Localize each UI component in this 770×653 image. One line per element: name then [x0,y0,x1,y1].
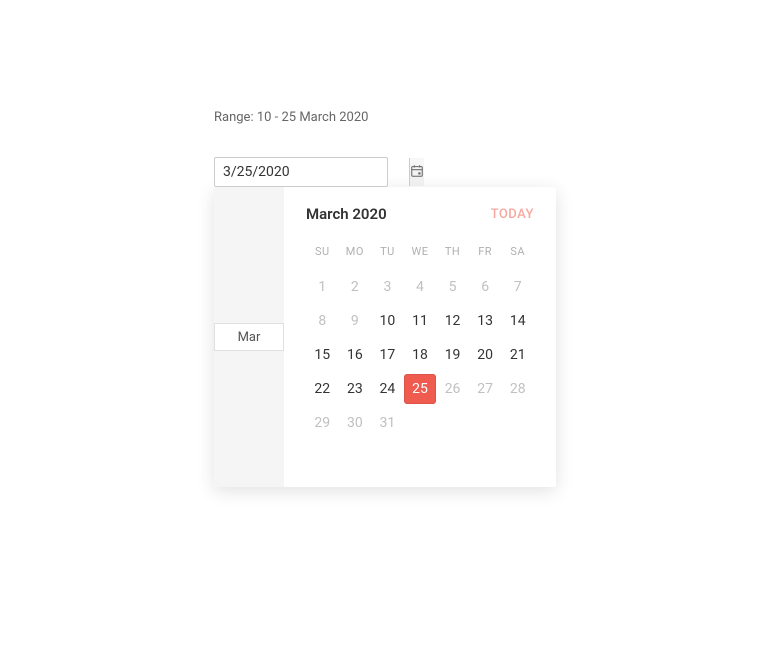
day-cell[interactable]: 10 [371,306,403,336]
date-input-wrapper [214,157,388,187]
day-cell[interactable]: 16 [339,340,371,370]
day-cell: 26 [437,374,469,404]
day-cell: 3 [371,272,403,302]
day-cell[interactable]: 25 [404,374,436,404]
day-cell[interactable]: 17 [371,340,403,370]
month-sidebar[interactable]: Mar [214,187,284,487]
day-cell: 9 [339,306,371,336]
day-cell: 27 [469,374,501,404]
dow-header: SU [306,241,339,268]
day-cell[interactable]: 19 [437,340,469,370]
day-cell: 4 [404,272,436,302]
dow-header: FR [469,241,502,268]
dow-header: WE [404,241,437,268]
day-cell[interactable]: 18 [404,340,436,370]
day-cell[interactable]: 11 [404,306,436,336]
dow-header: SA [501,241,534,268]
day-cell: 1 [306,272,338,302]
dow-header: TH [436,241,469,268]
day-cell[interactable]: 22 [306,374,338,404]
open-calendar-button[interactable] [409,158,424,186]
day-cell: 30 [339,408,371,438]
calendar-header: March 2020 TODAY [306,205,534,223]
day-cell: 8 [306,306,338,336]
day-cell[interactable]: 21 [502,340,534,370]
day-cell: 6 [469,272,501,302]
day-cell: 31 [371,408,403,438]
day-cell: 28 [502,374,534,404]
datepicker: Mar March 2020 TODAY SUMOTUWETHFRSA12345… [214,157,388,187]
day-cell[interactable]: 24 [371,374,403,404]
calendar-panel: March 2020 TODAY SUMOTUWETHFRSA123456789… [284,187,556,487]
dow-header: TU [371,241,404,268]
calendar-popup: Mar March 2020 TODAY SUMOTUWETHFRSA12345… [214,187,556,487]
day-cell: 29 [306,408,338,438]
date-input[interactable] [215,158,409,186]
day-cell[interactable]: 20 [469,340,501,370]
day-grid: SUMOTUWETHFRSA12345678910111213141516171… [306,241,534,438]
today-button[interactable]: TODAY [491,207,534,222]
day-cell: 7 [502,272,534,302]
day-cell[interactable]: 15 [306,340,338,370]
month-pill[interactable]: Mar [214,323,284,351]
month-title[interactable]: March 2020 [306,205,387,223]
day-cell[interactable]: 13 [469,306,501,336]
day-cell[interactable]: 23 [339,374,371,404]
day-cell[interactable]: 14 [502,306,534,336]
calendar-icon [410,163,424,182]
day-cell: 5 [437,272,469,302]
range-label: Range: 10 - 25 March 2020 [214,110,388,125]
dow-header: MO [339,241,372,268]
day-cell: 2 [339,272,371,302]
day-cell[interactable]: 12 [437,306,469,336]
